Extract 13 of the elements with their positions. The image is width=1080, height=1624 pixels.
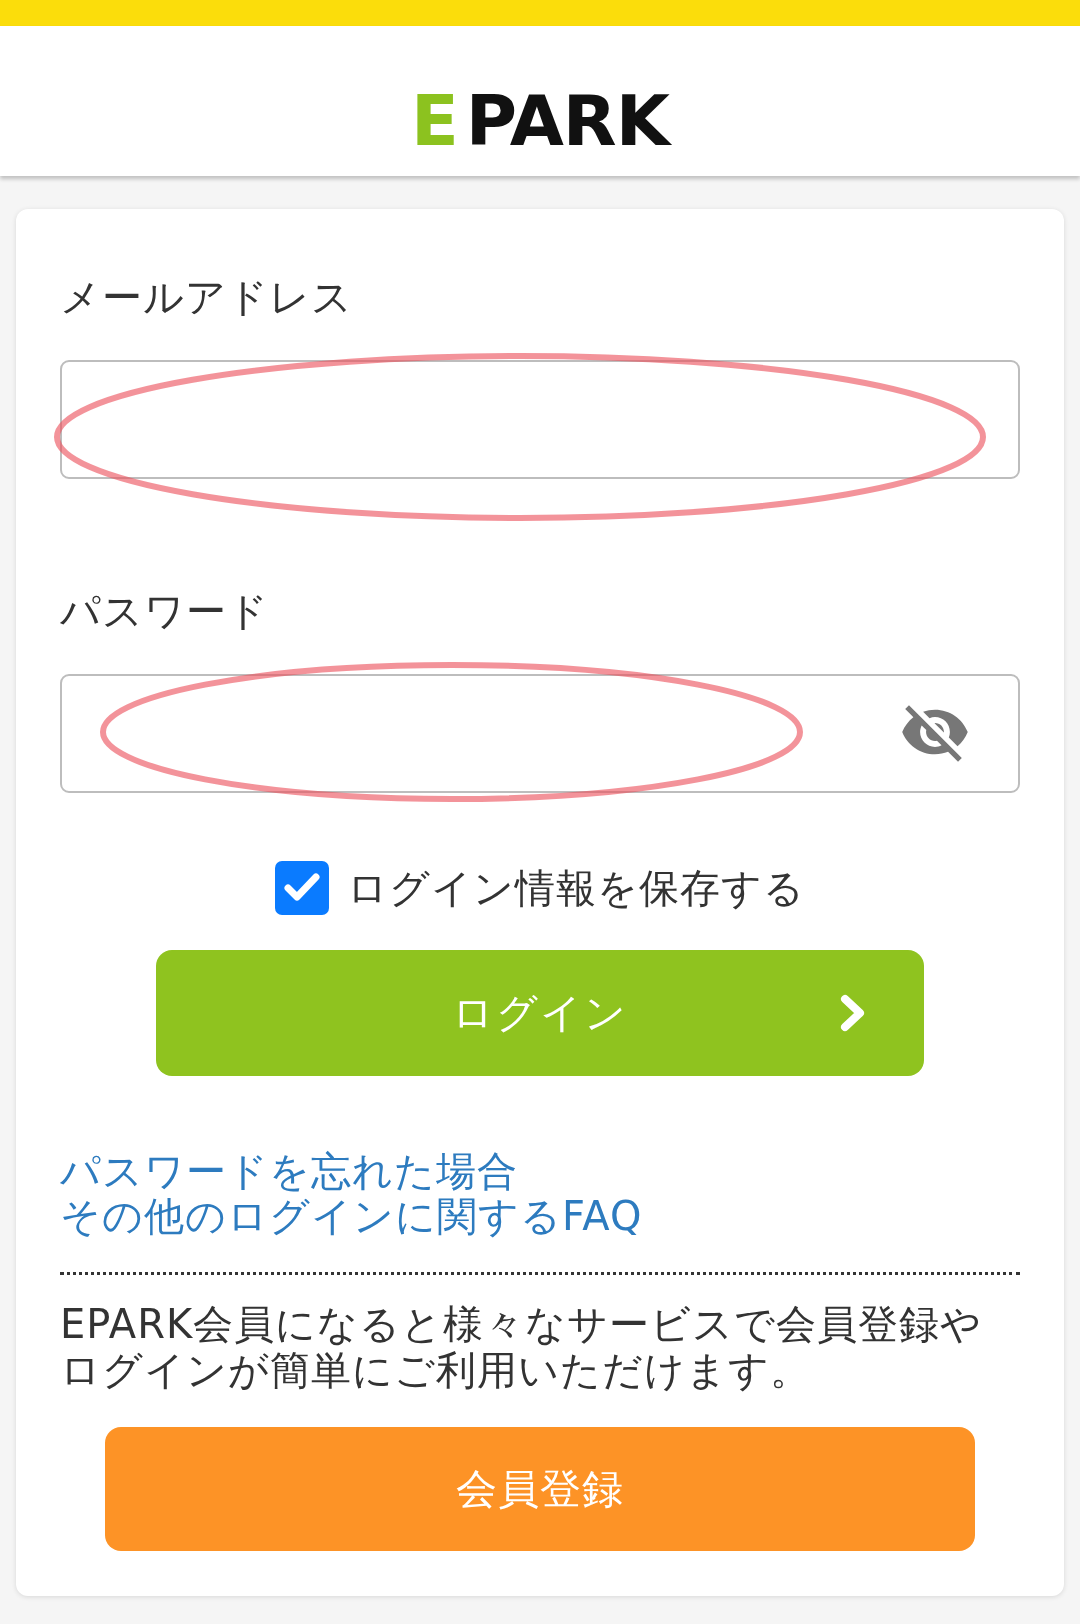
checkbox[interactable] [275,861,329,915]
field-label: メールアドレス [60,273,353,322]
email-field[interactable] [60,360,1020,479]
help-link[interactable]: パスワードを忘れた場合 [60,1149,518,1194]
chevron-right-icon [840,994,866,1032]
register-button[interactable]: 会員登録 [105,1427,975,1551]
field-label: パスワード [60,587,269,636]
password-field[interactable] [60,674,1020,793]
checkmark-icon [284,873,320,903]
eye-slash-icon[interactable] [902,704,968,763]
signup-description: EPARK会員になると様々なサービスで会員登録やログインが簡単にご利用いただけます。 [60,1301,984,1393]
help-link[interactable]: その他のログインに関するFAQ [60,1194,643,1239]
checkbox-label[interactable]: ログイン情報を保存する [347,861,805,915]
